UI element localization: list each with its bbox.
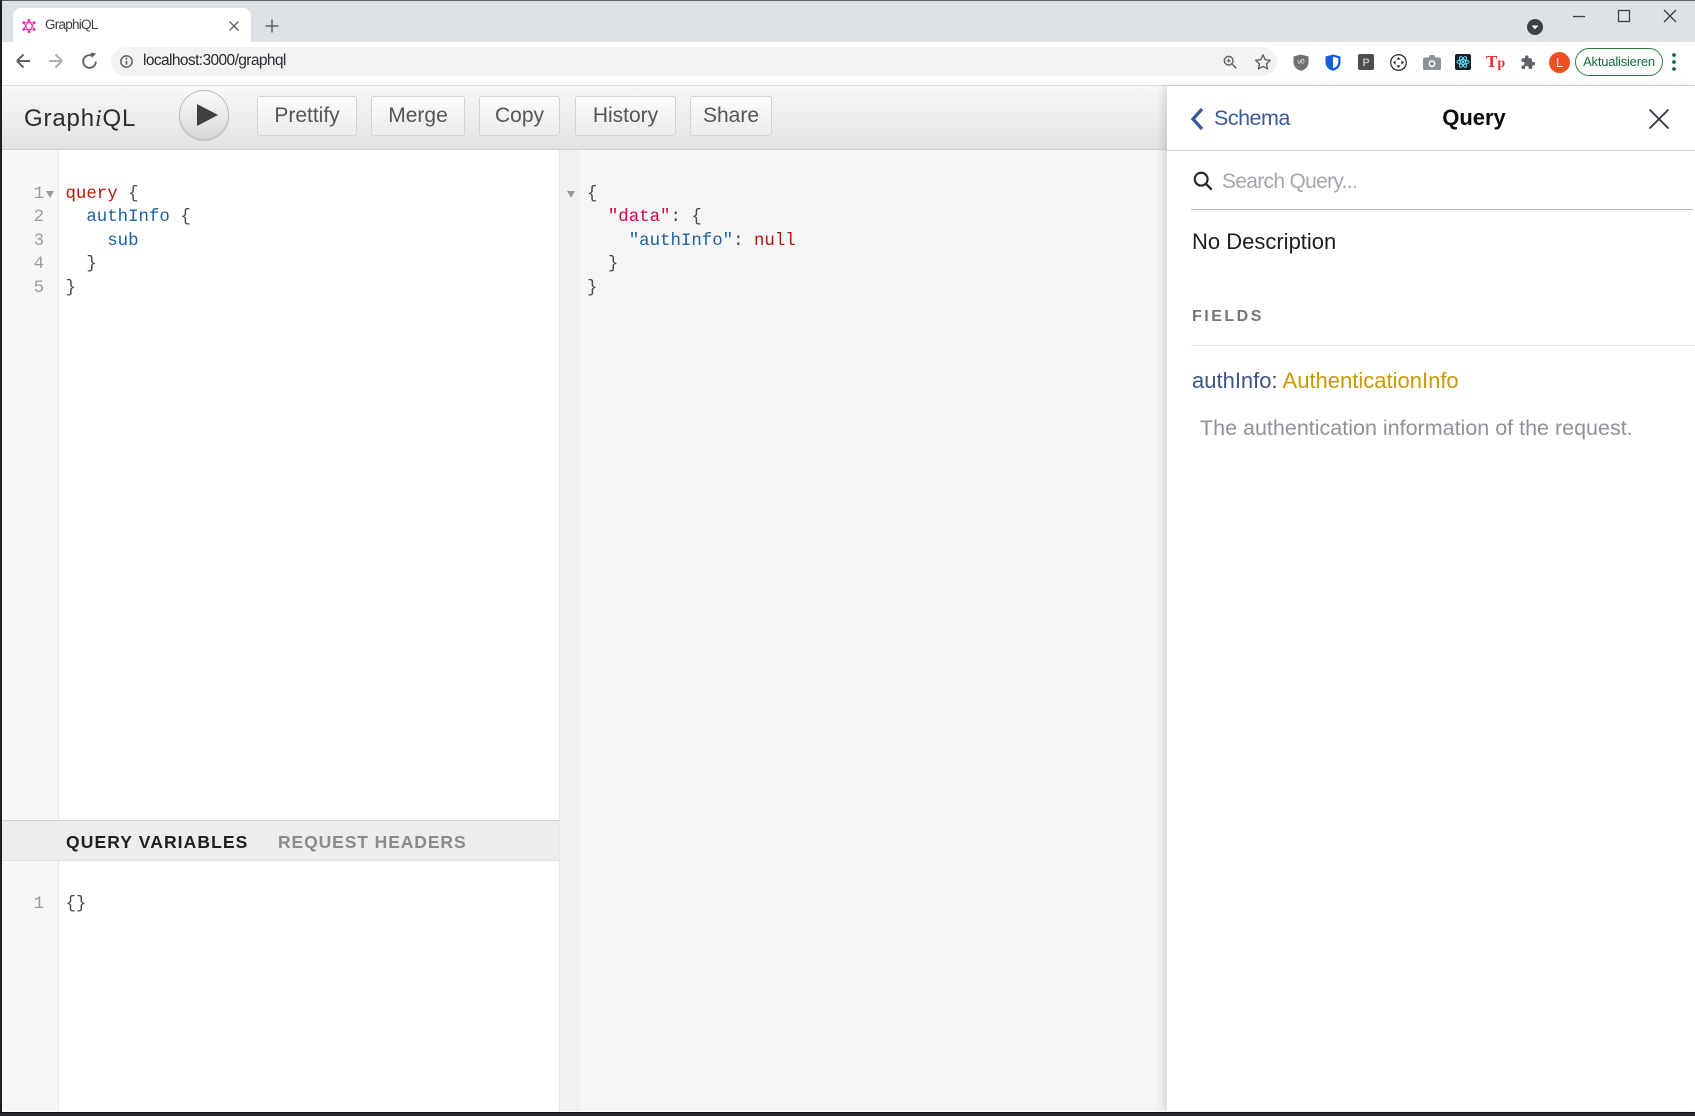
svg-text:P: P <box>1362 57 1369 69</box>
svg-text:u0: u0 <box>1297 59 1305 66</box>
svg-text:L: L <box>1556 56 1563 70</box>
